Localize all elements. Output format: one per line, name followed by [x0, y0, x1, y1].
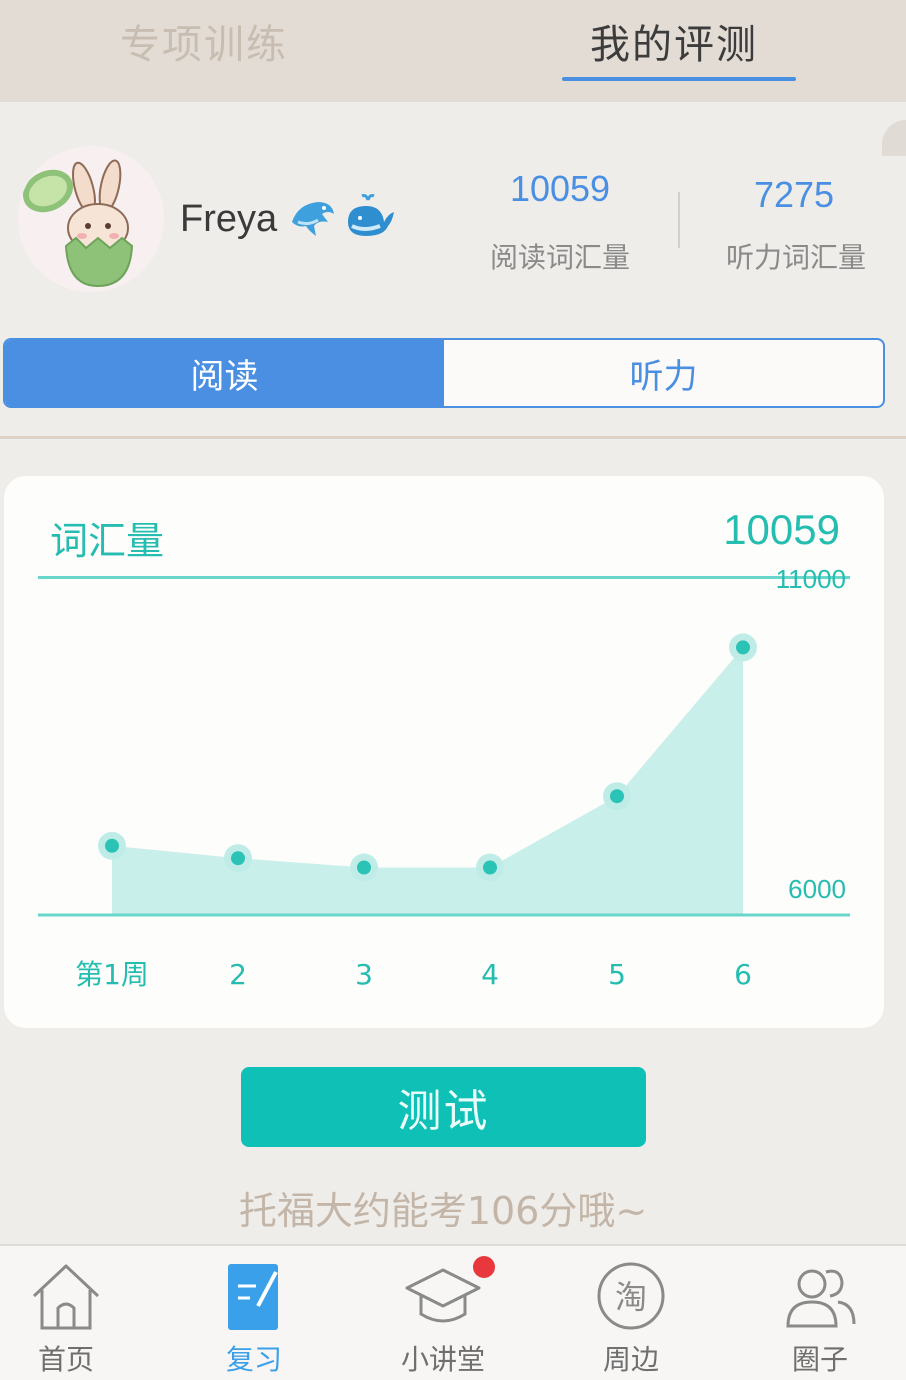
data-point [357, 860, 371, 875]
home-icon [32, 1264, 100, 1330]
nav-label-group: 圈子 [791, 1343, 848, 1376]
tab-special-training[interactable]: 专项训练 [120, 12, 288, 70]
chart-area [112, 647, 743, 914]
corner-decoration [882, 120, 906, 156]
nav-label-lecture: 小讲堂 [400, 1343, 485, 1376]
notification-badge [473, 1256, 495, 1278]
x-tick-label: 4 [481, 958, 499, 991]
nav-item-lecture[interactable]: 小讲堂 [353, 1246, 533, 1380]
avatar[interactable] [18, 146, 164, 292]
graduation-cap-icon [405, 1268, 481, 1323]
username: Freya [180, 198, 278, 240]
divider [0, 436, 906, 439]
group-icon [786, 1269, 856, 1328]
x-tick-label: 第1周 [75, 958, 149, 991]
dolphin-icon [288, 192, 338, 242]
nav-item-home[interactable]: 首页 [0, 1246, 156, 1380]
nav-item-group[interactable]: 圈子 [730, 1246, 906, 1380]
x-tick-label: 5 [608, 958, 626, 991]
data-point [483, 860, 497, 875]
taobao-icon: 淘 [597, 1262, 665, 1330]
tab-my-assessment[interactable]: 我的评测 [590, 12, 758, 70]
reading-vocab-value: 10059 [509, 168, 611, 209]
skill-segmented-control: 阅读 听力 [3, 338, 885, 408]
x-tick-label: 3 [355, 958, 373, 991]
stat-divider [678, 192, 680, 248]
listening-vocab-label: 听力词汇量 [725, 241, 866, 274]
segment-listening[interactable]: 听力 [444, 340, 883, 406]
test-button[interactable]: 测试 [241, 1067, 646, 1147]
active-tab-indicator [562, 77, 796, 81]
y-tick-label: 6000 [788, 874, 846, 904]
data-point [231, 851, 245, 866]
whale-icon [344, 192, 394, 242]
nav-label-home: 首页 [37, 1343, 94, 1376]
svg-text:淘: 淘 [615, 1278, 647, 1316]
y-tick-label: 11000 [776, 564, 846, 594]
bunny-avatar-icon [18, 146, 164, 292]
reading-vocab-label: 阅读词汇量 [489, 241, 630, 274]
data-point [610, 789, 624, 804]
data-point [736, 640, 750, 655]
nav-item-review[interactable]: 复习 [164, 1246, 344, 1380]
vocab-chart-card: 词汇量 10059 11000 6000 第1周 2 3 4 5 6 [4, 476, 884, 1028]
x-tick-label: 2 [229, 958, 247, 991]
score-hint: 托福大约能考106分哦~ [238, 1189, 648, 1233]
review-icon [228, 1264, 278, 1330]
top-tab-bar: 专项训练 我的评测 [0, 0, 906, 102]
nav-label-shop: 周边 [602, 1343, 659, 1376]
nav-label-review: 复习 [225, 1343, 282, 1376]
segment-reading[interactable]: 阅读 [5, 340, 444, 406]
x-tick-label: 6 [734, 958, 752, 991]
bottom-nav: 首页 复习 小讲堂 淘 周边 圈子 [0, 1244, 906, 1380]
data-point [105, 838, 119, 853]
nav-item-shop[interactable]: 淘 周边 [541, 1246, 721, 1380]
vocab-area-chart: 11000 6000 第1周 2 3 4 5 6 [38, 564, 850, 991]
listening-vocab-value: 7275 [753, 174, 835, 215]
